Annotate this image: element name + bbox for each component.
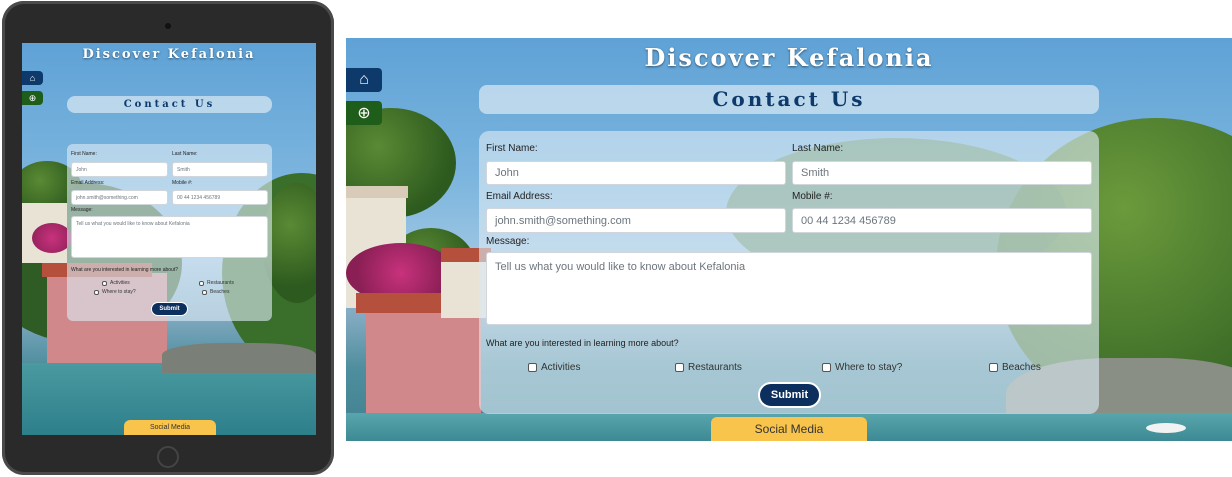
interest-beaches[interactable]: Beaches xyxy=(989,362,1041,373)
message-field[interactable]: Tell us what you would like to know abou… xyxy=(486,252,1092,325)
tablet-screen: Discover Kefalonia ⌂ ⊕ Contact Us First … xyxy=(22,43,316,435)
interest-restaurants[interactable]: Restaurants xyxy=(199,280,234,286)
site-title: Discover Kefalonia xyxy=(82,47,256,62)
tablet-camera xyxy=(165,23,171,29)
email-label: Email Address: xyxy=(486,191,553,202)
interests-question: What are you interested in learning more… xyxy=(71,267,179,273)
checkbox[interactable] xyxy=(528,363,537,372)
home-icon: ⌂ xyxy=(359,71,369,88)
mobile-label: Mobile #: xyxy=(172,180,193,186)
interest-restaurants[interactable]: Restaurants xyxy=(675,362,742,373)
last-name-label: Last Name: xyxy=(792,143,844,154)
checkbox[interactable] xyxy=(202,289,207,295)
checkbox[interactable] xyxy=(989,363,998,372)
interest-activities[interactable]: Activities xyxy=(528,362,580,373)
interests-question: What are you interested in learning more… xyxy=(486,338,679,348)
zoom-nav-button[interactable]: ⊕ xyxy=(346,101,382,125)
message-label: Message: xyxy=(486,236,530,247)
home-nav-button[interactable]: ⌂ xyxy=(22,71,43,85)
checkbox[interactable] xyxy=(102,280,107,286)
first-name-field[interactable]: John xyxy=(486,161,786,185)
social-media-button[interactable]: Social Media xyxy=(124,420,216,435)
first-name-label: First Name: xyxy=(71,151,97,157)
mobile-label: Mobile #: xyxy=(792,191,833,202)
tablet-mockup: Discover Kefalonia ⌂ ⊕ Contact Us First … xyxy=(2,1,334,475)
checkbox[interactable] xyxy=(675,363,684,372)
social-media-button[interactable]: Social Media xyxy=(711,417,867,441)
checkbox[interactable] xyxy=(94,289,99,295)
email-field[interactable]: john.smith@something.com xyxy=(71,190,168,205)
message-field[interactable]: Tell us what you would like to know abou… xyxy=(71,216,268,258)
interest-where-to-stay[interactable]: Where to stay? xyxy=(822,362,902,373)
mobile-field[interactable]: 00 44 1234 456789 xyxy=(172,190,268,205)
first-name-field[interactable]: John xyxy=(71,162,168,177)
mobile-field[interactable]: 00 44 1234 456789 xyxy=(792,208,1092,233)
last-name-field[interactable]: Smith xyxy=(792,161,1092,185)
zoom-nav-button[interactable]: ⊕ xyxy=(22,91,43,105)
submit-button[interactable]: Submit xyxy=(758,382,821,408)
zoom-in-icon: ⊕ xyxy=(357,105,371,122)
first-name-label: First Name: xyxy=(486,143,538,154)
last-name-field[interactable]: Smith xyxy=(172,162,268,177)
email-field[interactable]: john.smith@something.com xyxy=(486,208,786,233)
interest-beaches[interactable]: Beaches xyxy=(202,289,229,295)
tablet-home-button xyxy=(157,446,179,468)
contact-heading: Contact Us xyxy=(479,85,1099,114)
checkbox[interactable] xyxy=(199,280,204,286)
home-nav-button[interactable]: ⌂ xyxy=(346,68,382,92)
interest-activities[interactable]: Activities xyxy=(102,280,130,286)
message-label: Message: xyxy=(71,207,93,213)
zoom-in-icon: ⊕ xyxy=(28,92,37,103)
site-title: Discover Kefalonia xyxy=(644,43,934,72)
checkbox[interactable] xyxy=(822,363,831,372)
desktop-screen: Discover Kefalonia ⌂ ⊕ Contact Us First … xyxy=(346,38,1232,441)
home-icon: ⌂ xyxy=(29,73,36,83)
last-name-label: Last Name: xyxy=(172,151,198,157)
contact-heading: Contact Us xyxy=(67,96,272,113)
submit-button[interactable]: Submit xyxy=(151,302,188,316)
interest-where-to-stay[interactable]: Where to stay? xyxy=(94,289,136,295)
email-label: Email Address: xyxy=(71,180,105,186)
